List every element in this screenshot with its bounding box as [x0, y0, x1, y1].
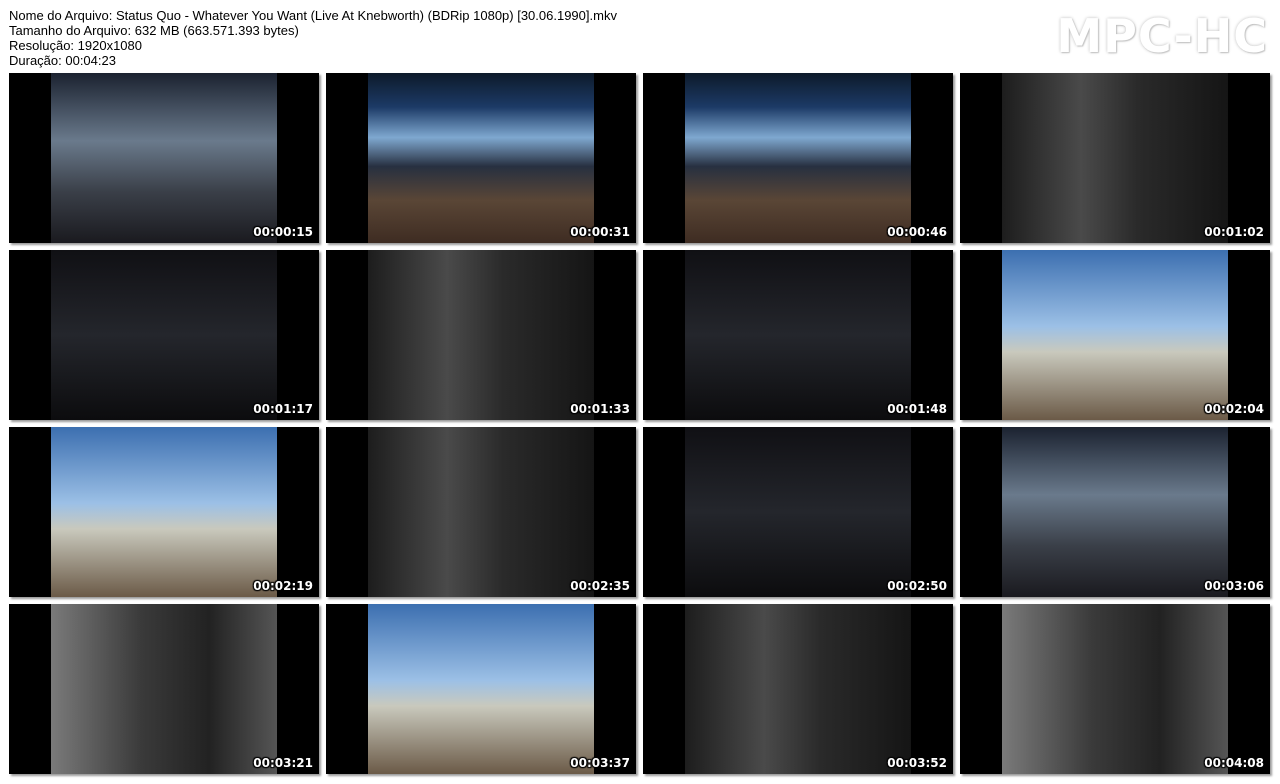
- timestamp: 00:01:48: [887, 402, 947, 416]
- thumbnail: 00:00:15: [9, 73, 319, 243]
- thumbnail: 00:02:19: [9, 427, 319, 597]
- frame-image: [685, 427, 911, 597]
- frame-image: [685, 604, 911, 774]
- file-size: Tamanho do Arquivo: 632 MB (663.571.393 …: [9, 23, 299, 38]
- timestamp: 00:03:52: [887, 756, 947, 770]
- thumbnail: 00:02:50: [643, 427, 953, 597]
- duration: Duração: 00:04:23: [9, 53, 116, 68]
- file-info: Nome do Arquivo: Status Quo - Whatever Y…: [9, 8, 617, 68]
- resolution: Resolução: 1920x1080: [9, 38, 142, 53]
- frame-image: [368, 604, 594, 774]
- timestamp: 00:00:46: [887, 225, 947, 239]
- thumbnail: 00:02:04: [960, 250, 1270, 420]
- timestamp: 00:02:35: [570, 579, 630, 593]
- thumbnail: 00:01:02: [960, 73, 1270, 243]
- timestamp: 00:00:31: [570, 225, 630, 239]
- timestamp: 00:00:15: [253, 225, 313, 239]
- brand-logo: MPC-HC: [1056, 9, 1268, 63]
- thumbnail: 00:03:37: [326, 604, 636, 774]
- thumbnail: 00:01:48: [643, 250, 953, 420]
- timestamp: 00:03:37: [570, 756, 630, 770]
- timestamp: 00:02:19: [253, 579, 313, 593]
- frame-image: [1002, 250, 1228, 420]
- timestamp: 00:01:02: [1204, 225, 1264, 239]
- thumbnail: 00:01:33: [326, 250, 636, 420]
- thumbnail: 00:03:06: [960, 427, 1270, 597]
- frame-image: [1002, 427, 1228, 597]
- timestamp: 00:04:08: [1204, 756, 1264, 770]
- timestamp: 00:03:06: [1204, 579, 1264, 593]
- timestamp: 00:01:17: [253, 402, 313, 416]
- frame-image: [368, 73, 594, 243]
- frame-image: [51, 250, 277, 420]
- frame-image: [51, 604, 277, 774]
- timestamp: 00:02:04: [1204, 402, 1264, 416]
- frame-image: [368, 427, 594, 597]
- frame-image: [51, 73, 277, 243]
- file-name: Nome do Arquivo: Status Quo - Whatever Y…: [9, 8, 617, 23]
- frame-image: [685, 73, 911, 243]
- thumbnail: 00:02:35: [326, 427, 636, 597]
- frame-image: [685, 250, 911, 420]
- thumbnail: 00:01:17: [9, 250, 319, 420]
- thumbnail: 00:03:52: [643, 604, 953, 774]
- thumbnail: 00:00:31: [326, 73, 636, 243]
- thumbnail: 00:00:46: [643, 73, 953, 243]
- frame-image: [1002, 73, 1228, 243]
- timestamp: 00:01:33: [570, 402, 630, 416]
- timestamp: 00:03:21: [253, 756, 313, 770]
- frame-image: [51, 427, 277, 597]
- thumbnail: 00:04:08: [960, 604, 1270, 774]
- frame-image: [1002, 604, 1228, 774]
- frame-image: [368, 250, 594, 420]
- timestamp: 00:02:50: [887, 579, 947, 593]
- thumbnail: 00:03:21: [9, 604, 319, 774]
